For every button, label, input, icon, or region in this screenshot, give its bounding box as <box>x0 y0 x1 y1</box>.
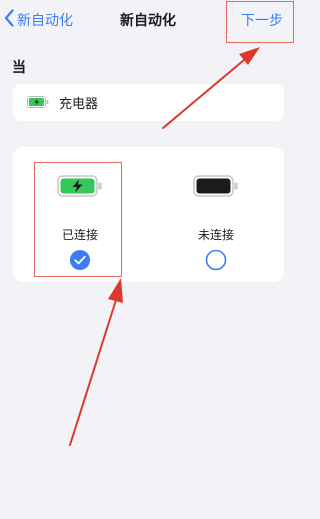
arrow-to-connected-option <box>69 278 123 446</box>
connected-option-highlight <box>34 162 122 277</box>
battery-charging-icon <box>27 93 49 112</box>
battery-full-icon <box>193 175 239 201</box>
radio-unselected-icon[interactable] <box>205 249 227 275</box>
option-disconnected-label: 未连接 <box>197 228 234 242</box>
next-button-highlight <box>226 1 294 43</box>
option-disconnected[interactable]: 未连接 <box>161 147 271 282</box>
section-label: 当 <box>12 60 26 76</box>
trigger-row-charger: 充电器 <box>13 84 284 121</box>
trigger-label: 充电器 <box>59 97 99 112</box>
screen: 新自动化 新自动化 下一步 当 充电器 已连接 未连接 <box>0 0 296 519</box>
